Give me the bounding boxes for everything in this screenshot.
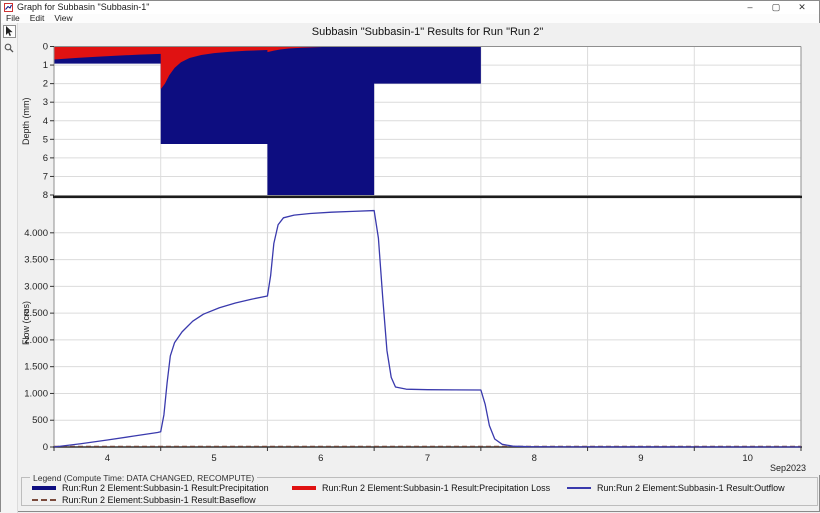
menu-file[interactable]: File xyxy=(1,14,25,23)
tick-label: 5 xyxy=(43,134,48,145)
tick-label: 1 xyxy=(43,60,48,71)
tick-label: 7 xyxy=(43,171,48,182)
tick-label: 8 xyxy=(43,190,48,201)
magnifier-icon xyxy=(4,43,14,53)
tick-label: 6 xyxy=(318,453,323,464)
flow-axis-title: Flow (cms) xyxy=(21,281,31,365)
legend-entry-outflow: Run:Run 2 Element:Subbasin-1 Result:Outf… xyxy=(567,483,785,493)
chart-divider xyxy=(53,196,802,199)
legend-box: Legend (Compute Time: DATA CHANGED, RECO… xyxy=(21,477,818,506)
legend-entry-baseflow: Run:Run 2 Element:Subbasin-1 Result:Base… xyxy=(32,495,256,505)
results-plot[interactable]: 01234567805001.0001.5002.0002.5003.0003.… xyxy=(18,23,820,475)
tick-label: 3.500 xyxy=(24,255,48,266)
title-bar: Graph for Subbasin "Subbasin-1" – ▢ ✕ xyxy=(1,1,819,14)
zoom-tool-button[interactable] xyxy=(3,41,16,54)
tick-label: 7 xyxy=(425,453,430,464)
outflow-swatch xyxy=(567,487,591,489)
tick-label: 500 xyxy=(32,415,48,426)
legend-label: Run:Run 2 Element:Subbasin-1 Result:Prec… xyxy=(62,483,269,493)
tick-label: 9 xyxy=(638,453,643,464)
tick-label: 2 xyxy=(43,79,48,90)
precipitation-swatch xyxy=(32,486,56,490)
window-controls: – ▢ ✕ xyxy=(737,1,819,14)
depth-axis-title: Depth (mm) xyxy=(21,81,31,161)
close-button[interactable]: ✕ xyxy=(789,1,815,14)
tick-label: 1.000 xyxy=(24,388,48,399)
legend-entry-precipitation-loss: Run:Run 2 Element:Subbasin-1 Result:Prec… xyxy=(292,483,550,493)
baseflow-swatch xyxy=(32,499,56,501)
tick-label: 3 xyxy=(43,97,48,108)
menu-view[interactable]: View xyxy=(49,14,77,23)
tick-label: 4 xyxy=(105,453,110,464)
flow-plot-area xyxy=(54,198,801,447)
minimize-button[interactable]: – xyxy=(737,1,763,14)
tick-label: 4 xyxy=(43,116,48,127)
menu-bar: File Edit View xyxy=(1,14,819,23)
legend-entry-precipitation: Run:Run 2 Element:Subbasin-1 Result:Prec… xyxy=(32,483,269,493)
tick-label: 0 xyxy=(43,442,48,453)
precipitation-loss-swatch xyxy=(292,486,316,490)
x-axis-period-label: Sep2023 xyxy=(708,463,806,473)
tick-label: 4.000 xyxy=(24,228,48,239)
tick-label: 6 xyxy=(43,153,48,164)
app-icon xyxy=(4,3,13,12)
tick-label: 0 xyxy=(43,42,48,53)
legend-label: Run:Run 2 Element:Subbasin-1 Result:Outf… xyxy=(597,483,785,493)
pointer-tool-button[interactable] xyxy=(3,25,16,38)
graph-window: Graph for Subbasin "Subbasin-1" – ▢ ✕ Fi… xyxy=(0,0,820,512)
legend-label: Run:Run 2 Element:Subbasin-1 Result:Prec… xyxy=(322,483,550,493)
legend-title: Legend (Compute Time: DATA CHANGED, RECO… xyxy=(30,473,257,483)
tick-label: 5 xyxy=(211,453,216,464)
menu-edit[interactable]: Edit xyxy=(25,14,50,23)
tick-label: 8 xyxy=(532,453,537,464)
maximize-button[interactable]: ▢ xyxy=(763,1,789,14)
legend-label: Run:Run 2 Element:Subbasin-1 Result:Base… xyxy=(62,495,256,505)
tool-palette xyxy=(1,23,18,513)
chart-title: Subbasin "Subbasin-1" Results for Run "R… xyxy=(54,26,801,38)
pointer-icon xyxy=(5,26,14,37)
chart-panel: 01234567805001.0001.5002.0002.5003.0003.… xyxy=(18,23,820,475)
